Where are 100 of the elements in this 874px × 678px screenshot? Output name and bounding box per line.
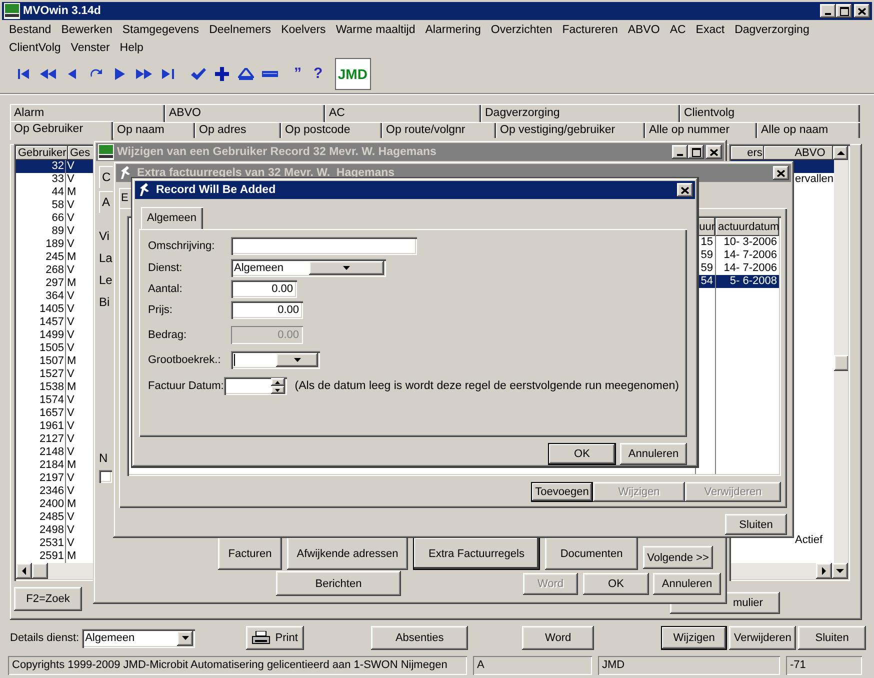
tab[interactable]: Dagverzorging xyxy=(481,104,680,122)
table-cell[interactable]: 15 xyxy=(696,236,715,249)
tab-button[interactable]: Extra Factuurregels xyxy=(413,537,540,570)
table-cell[interactable]: 14- 7-2006 xyxy=(716,262,779,275)
list-row[interactable]: 2197 V xyxy=(16,472,113,485)
tab[interactable]: Op naam xyxy=(113,122,195,138)
minimize-button[interactable] xyxy=(820,4,836,18)
menu-item[interactable]: Bewerken xyxy=(56,22,118,38)
play-icon[interactable] xyxy=(115,68,125,80)
menu-item[interactable]: ABVO xyxy=(622,22,665,38)
rewind-icon[interactable] xyxy=(40,69,56,79)
close-button[interactable] xyxy=(773,166,789,180)
fast-forward-icon[interactable] xyxy=(136,69,152,79)
date-field[interactable] xyxy=(224,377,287,395)
table-cell[interactable]: 14- 7-2006 xyxy=(716,249,779,262)
tab-button[interactable]: Volgende >> xyxy=(643,546,713,569)
last-record-icon[interactable] xyxy=(162,69,174,79)
tab[interactable]: Clientvolg xyxy=(680,104,860,122)
tab[interactable]: AC xyxy=(325,104,481,122)
list-row[interactable]: 1961 V xyxy=(16,420,113,433)
menu-item[interactable]: Alarmering xyxy=(420,22,486,38)
tab[interactable]: Alarm xyxy=(10,104,165,122)
menu-item[interactable]: Overzichten xyxy=(486,22,558,38)
dropdown-field[interactable]: Algemeen xyxy=(231,259,386,277)
previous-icon[interactable] xyxy=(68,69,76,79)
search-button[interactable]: F2=Zoek xyxy=(14,587,82,611)
menu-item[interactable]: ClientVolg xyxy=(4,40,66,56)
action-button[interactable]: OK xyxy=(583,573,649,595)
text-field[interactable] xyxy=(231,237,417,255)
tab-button[interactable]: Documenten xyxy=(545,537,638,570)
menu-item[interactable]: Deelnemers xyxy=(204,22,276,38)
up-triangle-icon[interactable] xyxy=(238,68,254,80)
checkbox[interactable] xyxy=(99,470,112,483)
menu-item[interactable]: Stamgegevens xyxy=(117,22,204,38)
scroll-thumb[interactable] xyxy=(32,563,48,579)
scroll-up-button[interactable] xyxy=(833,146,848,160)
list-row[interactable]: 2531 V xyxy=(16,537,113,550)
column-header[interactable]: Gebruiker xyxy=(16,146,68,160)
list-row[interactable]: 1499 V xyxy=(16,329,113,342)
menu-item[interactable]: Koelvers xyxy=(276,22,331,38)
menu-item[interactable]: Warme maaltijd xyxy=(330,22,420,38)
action-button[interactable]: Toevoegen xyxy=(531,482,593,502)
table-cell[interactable]: 59 xyxy=(696,262,715,275)
toolbar-glyph[interactable]: ? xyxy=(308,65,329,83)
number-field[interactable]: 0.00 xyxy=(231,280,297,298)
scroll-right-button[interactable] xyxy=(816,563,832,579)
action-button[interactable]: Absenties xyxy=(371,626,468,650)
tab-button[interactable]: Facturen xyxy=(218,537,282,570)
tab-button[interactable]: Afwijkende adressen xyxy=(287,537,408,570)
print-button[interactable]: Print xyxy=(246,626,304,650)
tab[interactable]: ABVO xyxy=(165,104,325,122)
close-button[interactable] xyxy=(854,4,870,18)
list-row[interactable]: 2400 M xyxy=(16,498,113,511)
list-row[interactable]: 1507 M xyxy=(16,355,113,368)
close-button[interactable] xyxy=(706,145,722,159)
tab[interactable]: Alle op nummer xyxy=(645,122,757,138)
scroll-left-button[interactable] xyxy=(16,563,32,579)
list-row[interactable]: 2498 V xyxy=(16,524,113,537)
minus-icon[interactable] xyxy=(262,71,278,77)
list-row[interactable]: Actief xyxy=(731,534,834,547)
action-button[interactable]: Berichten xyxy=(276,571,401,596)
scroll-thumb[interactable] xyxy=(834,355,848,371)
tab[interactable]: Op vestiging/gebruiker xyxy=(496,122,645,138)
close-dialog-button[interactable]: Sluiten xyxy=(725,514,787,535)
menu-item[interactable]: Exact xyxy=(690,22,730,38)
list-row[interactable]: 1538 M xyxy=(16,381,113,394)
menu-item[interactable]: Help xyxy=(114,40,148,56)
list-row[interactable]: 1574 V xyxy=(16,394,113,407)
list-row[interactable]: 1505 V xyxy=(16,342,113,355)
list-row[interactable]: 66 V xyxy=(16,212,113,225)
toolbar-glyph[interactable]: ” xyxy=(288,65,308,83)
list-row[interactable]: 1527 V xyxy=(16,368,113,381)
plus-icon[interactable] xyxy=(215,67,229,81)
logo[interactable]: JMD xyxy=(334,58,371,90)
action-button[interactable]: Wijzigen xyxy=(661,626,728,650)
list-row[interactable]: 2346 V xyxy=(16,485,113,498)
tab[interactable]: Op route/volgnr xyxy=(382,122,496,138)
tab[interactable]: A xyxy=(99,191,113,213)
action-button[interactable]: Annuleren xyxy=(653,573,721,595)
number-field[interactable]: 0.00 xyxy=(231,301,303,319)
maximize-button[interactable] xyxy=(688,145,704,159)
menu-item[interactable]: Venster xyxy=(66,40,115,56)
service-dropdown[interactable]: Algemeen xyxy=(82,628,196,648)
list-row[interactable]: 1457 V xyxy=(16,316,113,329)
table-cell[interactable]: 59 xyxy=(696,249,715,262)
list-row[interactable]: 2127 V xyxy=(16,433,113,446)
action-button[interactable]: Word xyxy=(522,626,594,650)
tab[interactable]: Op Gebruiker xyxy=(10,121,113,140)
first-record-icon[interactable] xyxy=(18,69,30,79)
action-button[interactable]: OK xyxy=(548,443,616,465)
tab[interactable]: Algemeen xyxy=(141,207,203,229)
list-row[interactable]: 2485 V xyxy=(16,511,113,524)
tab[interactable]: Alle op naam xyxy=(757,122,860,138)
action-button[interactable]: Annuleren xyxy=(620,443,687,465)
menu-item[interactable]: Factureren xyxy=(557,22,623,38)
maximize-button[interactable] xyxy=(836,4,852,18)
close-button[interactable] xyxy=(677,183,693,197)
tab[interactable]: E xyxy=(119,188,145,208)
table-cell[interactable]: 10- 3-2006 xyxy=(716,236,779,249)
scroll-down-button[interactable] xyxy=(832,563,848,579)
